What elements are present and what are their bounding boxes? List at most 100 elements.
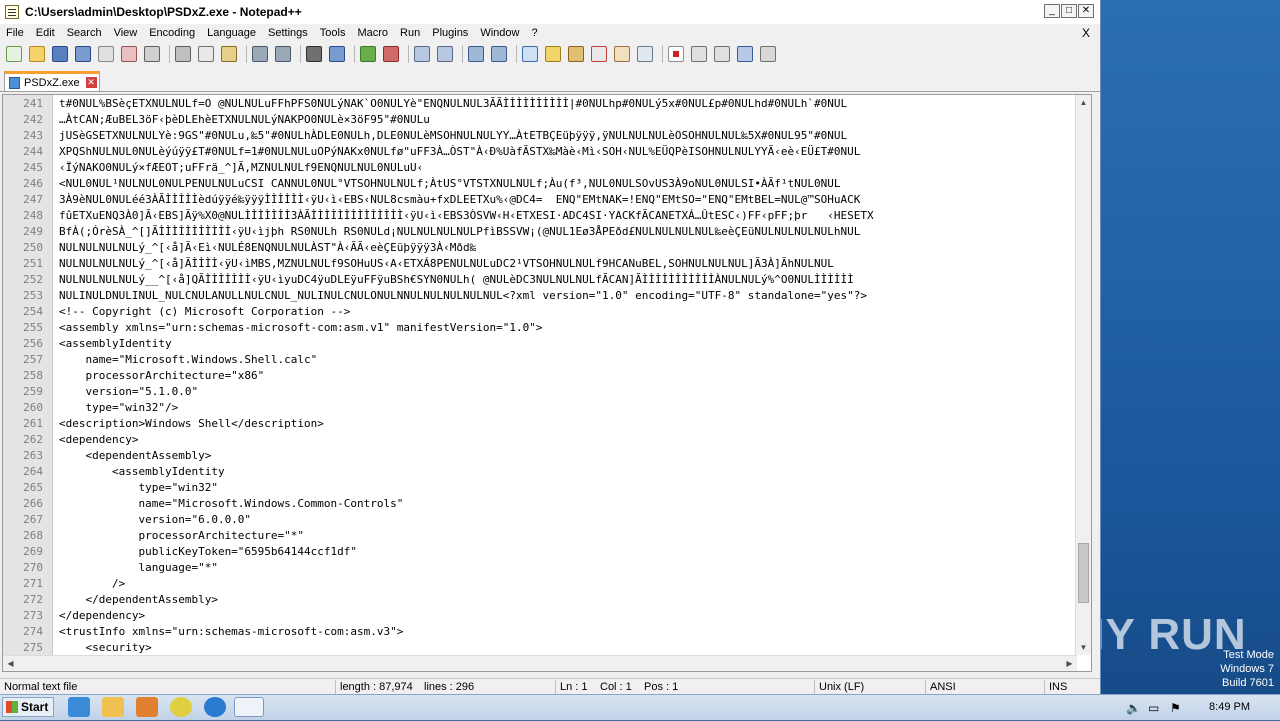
network-icon[interactable]: ▭ [1148, 701, 1159, 715]
new-file-icon[interactable] [6, 46, 22, 62]
paste-icon[interactable] [221, 46, 237, 62]
menu-window[interactable]: Window [474, 24, 525, 42]
editor-line[interactable]: 274 <trustInfo xmlns="urn:schemas-microso… [3, 624, 1079, 640]
editor-line[interactable]: 244 XPQShNULNUL0NULèýúÿÿ£T#0NULf=1#0NULNU… [3, 144, 1079, 160]
menu-language[interactable]: Language [201, 24, 262, 42]
editor-line[interactable]: 249 BfÀ(;ÓrèSÀ_^[]ÃÌÌÌÌÌÌÌÌÌÌÌ‹ÿU‹ìjþh RS… [3, 224, 1079, 240]
cut-icon[interactable] [175, 46, 191, 62]
speaker-icon[interactable]: 🔈 [1126, 701, 1141, 715]
print-icon[interactable] [144, 46, 160, 62]
editor-line[interactable]: 272 </dependentAssembly> [3, 592, 1079, 608]
tab-close-icon[interactable]: ✕ [85, 77, 97, 88]
editor-line[interactable]: 251 NULNULNULNULý_^[‹å]ÃÌÌÌÌ‹ÿU‹ìMBS,MZNU… [3, 256, 1079, 272]
zoom-in-icon[interactable] [360, 46, 376, 62]
tab-psdxz[interactable]: PSDxZ.exe ✕ [4, 71, 100, 91]
title-bar[interactable]: C:\Users\admin\Desktop\PSDxZ.exe - Notep… [0, 0, 1100, 24]
record-macro-icon[interactable] [668, 46, 684, 62]
scroll-left-icon[interactable]: ◀ [5, 658, 16, 669]
editor-line[interactable]: 241 t#0NUL%BSèçETXNULNULf=O @NULNULuFFhPF… [3, 96, 1079, 112]
sync-horizontal-icon[interactable] [437, 46, 453, 62]
editor-line[interactable]: 256 <assemblyIdentity [3, 336, 1079, 352]
editor-line[interactable]: 255 <assembly xmlns="urn:schemas-microsof… [3, 320, 1079, 336]
maximize-button[interactable]: □ [1061, 4, 1077, 18]
editor-line[interactable]: 243 jUSèGSETXNULNULYè:9GS"#0NULu,‰5"#0NUL… [3, 128, 1079, 144]
copy-icon[interactable] [198, 46, 214, 62]
undo-icon[interactable] [252, 46, 268, 62]
menu-run[interactable]: Run [394, 24, 426, 42]
menu-encoding[interactable]: Encoding [143, 24, 201, 42]
zoom-out-icon[interactable] [383, 46, 399, 62]
play-multiple-icon[interactable] [737, 46, 753, 62]
editor-line[interactable]: 263 <dependentAssembly> [3, 448, 1079, 464]
menu-file[interactable]: File [0, 24, 30, 42]
menu-view[interactable]: View [108, 24, 144, 42]
save-all-icon[interactable] [75, 46, 91, 62]
close-all-icon[interactable] [121, 46, 137, 62]
menu-settings[interactable]: Settings [262, 24, 314, 42]
editor-line[interactable]: 247 3À9èNUL0NULéé3ÀÃÌÌÌÌÌèdúÿÿé‰ÿÿÿÌÌÌÌÌÌ… [3, 192, 1079, 208]
taskbar-clock[interactable]: 8:49 PM [1209, 701, 1250, 713]
folder-as-workspace-icon[interactable] [614, 46, 630, 62]
monitoring-icon[interactable] [637, 46, 653, 62]
close-button[interactable]: ✕ [1078, 4, 1094, 18]
editor-line[interactable]: 252 NULNULNULNULý__^[‹å]QÃÌÌÌÌÌÌÌ‹ÿU‹ìyuD… [3, 272, 1079, 288]
edge-icon[interactable] [204, 697, 226, 717]
editor-line[interactable]: 246 <NUL0NUL¹NULNUL0NULPENULNULuCSI CANNU… [3, 176, 1079, 192]
editor-line[interactable]: 269 publicKeyToken="6595b64144ccf1df" [3, 544, 1079, 560]
scroll-right-icon[interactable]: ▶ [1064, 658, 1075, 669]
horizontal-scrollbar[interactable]: ◀ ▶ [3, 655, 1077, 671]
scroll-up-icon[interactable]: ▲ [1078, 97, 1089, 108]
menu-search[interactable]: Search [61, 24, 108, 42]
chrome-icon[interactable] [170, 697, 192, 717]
editor-line[interactable]: 257 name="Microsoft.Windows.Shell.calc" [3, 352, 1079, 368]
open-file-icon[interactable] [29, 46, 45, 62]
show-all-chars-icon[interactable] [491, 46, 507, 62]
document-close-icon[interactable]: X [1082, 24, 1090, 42]
action-center-icon[interactable]: ⚑ [1170, 701, 1181, 715]
minimize-button[interactable]: _ [1044, 4, 1060, 18]
editor-line[interactable]: 253 NULINULDNULINUL_NULCNULANULLNULCNUL_N… [3, 288, 1079, 304]
editor[interactable]: 241 t#0NUL%BSèçETXNULNULf=O @NULNULuFFhPF… [2, 94, 1092, 672]
editor-line[interactable]: 265 type="win32" [3, 480, 1079, 496]
save-macro-icon[interactable] [760, 46, 776, 62]
close-file-icon[interactable] [98, 46, 114, 62]
editor-line[interactable]: 264 <assemblyIdentity [3, 464, 1079, 480]
media-player-icon[interactable] [136, 697, 158, 717]
menu-plugins[interactable]: Plugins [426, 24, 474, 42]
vertical-scroll-thumb[interactable] [1078, 543, 1089, 603]
editor-line[interactable]: 273 </dependency> [3, 608, 1079, 624]
editor-line[interactable]: 250 NULNULNULNULý_^[‹å]Ã‹Eì‹NULÉ8ENQNULNU… [3, 240, 1079, 256]
editor-line[interactable]: 266 name="Microsoft.Windows.Common-Contr… [3, 496, 1079, 512]
editor-line[interactable]: 254 <!-- Copyright (c) Microsoft Corporat… [3, 304, 1079, 320]
editor-line[interactable]: 258 processorArchitecture="x86" [3, 368, 1079, 384]
function-list-icon[interactable] [591, 46, 607, 62]
scroll-down-icon[interactable]: ▼ [1078, 642, 1089, 653]
udl-icon[interactable] [545, 46, 561, 62]
menu-tools[interactable]: Tools [314, 24, 352, 42]
save-icon[interactable] [52, 46, 68, 62]
sync-vertical-icon[interactable] [414, 46, 430, 62]
find-icon[interactable] [306, 46, 322, 62]
indent-guide-icon[interactable] [522, 46, 538, 62]
editor-line[interactable]: 248 fûETXuENQ3À0]Ã‹EBS]Ãÿ%X0@NULÌÌÌÌÌÌÌ3À… [3, 208, 1079, 224]
editor-line[interactable]: 245 ‹ÏýNAKO0NULý×fÆEOT;uFFrä_^]Ã,MZNULNUL… [3, 160, 1079, 176]
stop-macro-icon[interactable] [691, 46, 707, 62]
notepadpp-task-icon[interactable] [234, 697, 264, 717]
editor-line[interactable]: 267 version="6.0.0.0" [3, 512, 1079, 528]
editor-line[interactable]: 271 /> [3, 576, 1079, 592]
editor-line[interactable]: 259 version="5.1.0.0" [3, 384, 1079, 400]
play-macro-icon[interactable] [714, 46, 730, 62]
doc-map-icon[interactable] [568, 46, 584, 62]
editor-line[interactable]: 261 <description>Windows Shell</descripti… [3, 416, 1079, 432]
editor-line[interactable]: 270 language="*" [3, 560, 1079, 576]
start-button[interactable]: Start [2, 697, 54, 717]
redo-icon[interactable] [275, 46, 291, 62]
explorer-icon[interactable] [102, 697, 124, 717]
editor-line[interactable]: 242 …ÀtCAN;ÆuBEL3öF‹þèDLEhèETXNULNULýNAKP… [3, 112, 1079, 128]
editor-line[interactable]: 268 processorArchitecture="*" [3, 528, 1079, 544]
ie-icon[interactable] [68, 697, 90, 717]
menu-macro[interactable]: Macro [351, 24, 394, 42]
editor-line[interactable]: 262 <dependency> [3, 432, 1079, 448]
menu-edit[interactable]: Edit [30, 24, 61, 42]
replace-icon[interactable] [329, 46, 345, 62]
